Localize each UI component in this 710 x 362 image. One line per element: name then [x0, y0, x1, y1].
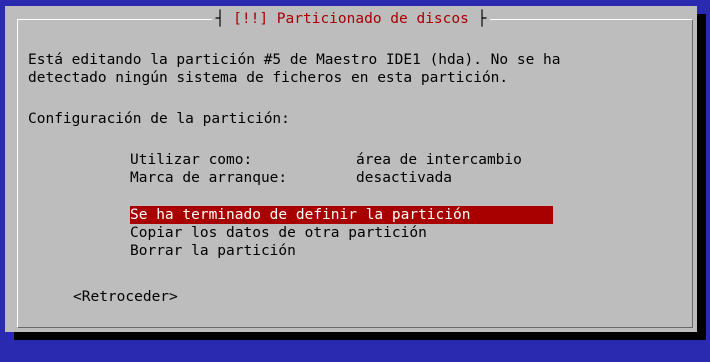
dialog-shadow-bottom — [14, 332, 706, 340]
setting-use-as-value[interactable]: área de intercambio — [356, 151, 522, 169]
dialog-title-bar: ┤ [!!] Particionado de discos ├ — [5, 10, 697, 28]
config-heading: Configuración de la partición: — [28, 111, 290, 127]
setting-use-as-label[interactable]: Utilizar como: — [130, 151, 252, 169]
action-copy-data[interactable]: Copiar los datos de otra partición — [130, 224, 427, 242]
setting-boot-flag-label[interactable]: Marca de arranque: — [130, 169, 287, 187]
dialog-title-box: ┤ [!!] Particionado de discos ├ — [211, 10, 491, 28]
partition-dialog: ┤ [!!] Particionado de discos ├ Está edi… — [5, 6, 697, 332]
action-delete-partition[interactable]: Borrar la partición — [130, 242, 296, 260]
setting-boot-flag-value[interactable]: desactivada — [356, 169, 452, 187]
description-line-1: Está editando la partición #5 de Maestro… — [28, 52, 561, 68]
dialog-shadow-right — [697, 14, 706, 340]
description-line-2: detectado ningún sistema de ficheros en … — [28, 70, 509, 86]
title-left-bracket: ┤ — [215, 11, 234, 27]
action-finish-partition[interactable]: Se ha terminado de definir la partición — [130, 206, 553, 224]
title-right-bracket: ├ — [468, 11, 487, 27]
dialog-title: [!!] Particionado de discos — [233, 11, 469, 27]
back-button[interactable]: <Retroceder> — [73, 288, 178, 306]
installer-screen: ┤ [!!] Particionado de discos ├ Está edi… — [0, 0, 710, 362]
